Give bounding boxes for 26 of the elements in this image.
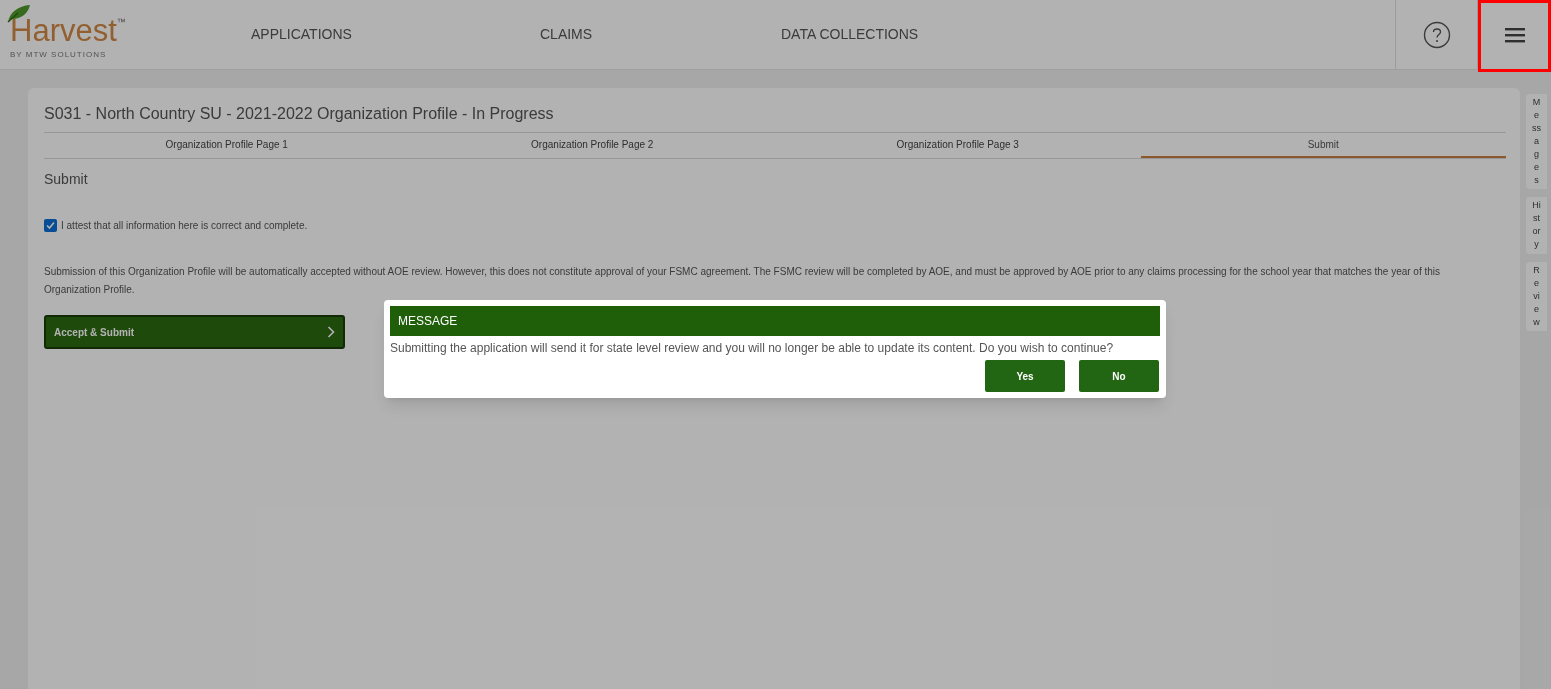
section-heading: Submit <box>44 170 89 189</box>
menu-icon[interactable] <box>1504 26 1525 43</box>
chevron-right-icon <box>327 326 335 338</box>
nav-link[interactable]: DATA COLLECTIONS <box>781 24 919 45</box>
tab[interactable]: Organization Profile Page 3 <box>775 133 1141 158</box>
checkbox[interactable] <box>44 219 57 232</box>
notice-text: Submission of this Organization Profile will be automatically accepted without AOE review. However, this does not constitute approval of your FSMC agreement. The FSMC review will be completed by AOE, and must be approved by AOE prior to any claims processing for the school year that matches the year of this Organization Profile. <box>44 265 1442 297</box>
dialog-button[interactable]: Yes <box>985 360 1065 392</box>
tab[interactable]: Organization Profile Page 1 <box>44 133 410 158</box>
side-tab[interactable]: History <box>1526 197 1547 254</box>
nav-link[interactable]: CLAIMS <box>540 24 593 45</box>
logo-tagline: BY MTW SOLUTIONS <box>10 49 108 61</box>
help-icon[interactable] <box>1422 20 1451 49</box>
accept-submit-button[interactable]: Accept & Submit <box>44 315 345 349</box>
dialog-button[interactable]: No <box>1079 360 1159 392</box>
tab[interactable]: Submit <box>1140 133 1506 158</box>
dialog-title: MESSAGE <box>390 306 1160 336</box>
page-title: S031 - North Country SU - 2021-2022 Organization Profile - In Progress <box>44 104 555 124</box>
logo-text: Harvest <box>10 14 117 48</box>
side-tab[interactable]: Messages <box>1526 94 1547 190</box>
trademark-mark: ™ <box>116 16 126 27</box>
dialog-message: Submitting the application will send it for state level review and you will no longer be able to update its content. Do you wish to continue? <box>390 340 1115 357</box>
side-tab[interactable]: Review <box>1526 261 1547 331</box>
nav-link[interactable]: APPLICATIONS <box>251 24 352 45</box>
tab[interactable]: Organization Profile Page 2 <box>409 133 775 158</box>
checkbox-label: I attest that all information here is correct and complete. <box>61 219 308 233</box>
